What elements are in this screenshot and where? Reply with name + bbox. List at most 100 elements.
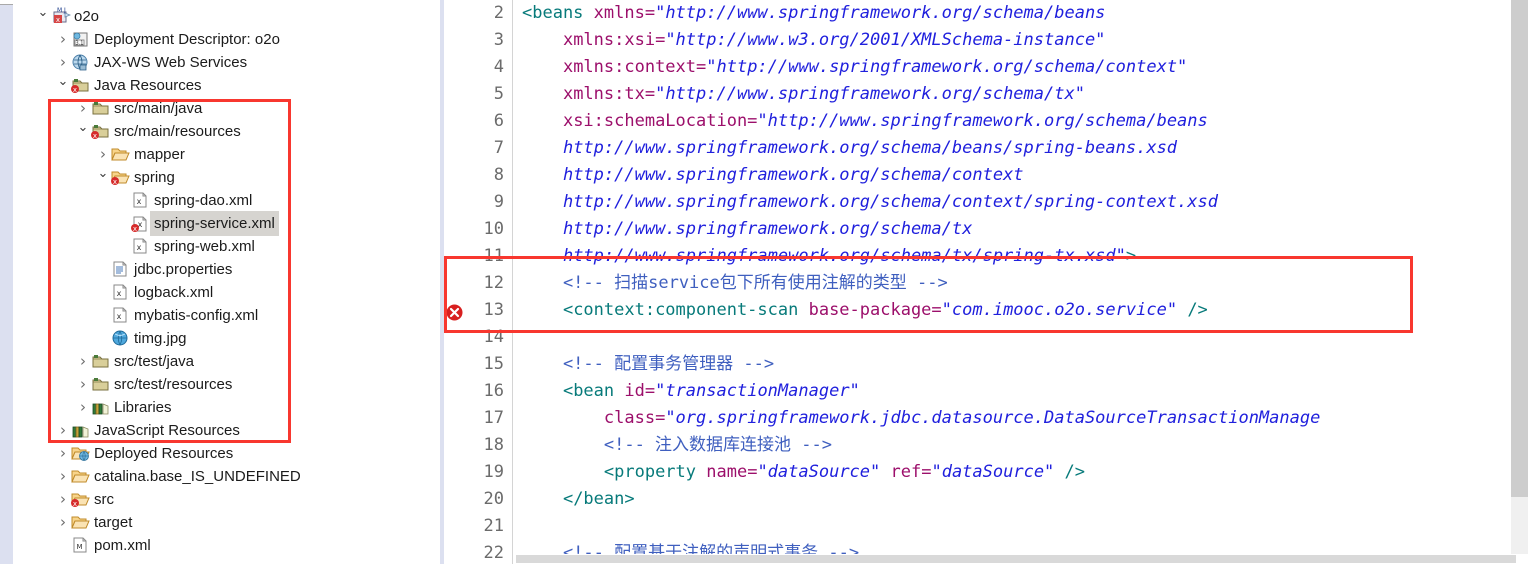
tree-item-mapper[interactable]: › mapper <box>13 142 440 165</box>
tree-item-spring-web-xml[interactable]: x spring-web.xml <box>13 234 440 257</box>
code-text[interactable]: http://www.springframework.org/schema/tx… <box>522 243 1136 270</box>
chevron-right-icon[interactable]: › <box>55 465 71 488</box>
code-text[interactable]: <!-- 配置事务管理器 --> <box>522 351 774 378</box>
tree-item-javascript-resources[interactable]: › JavaScript Resources <box>13 418 440 441</box>
tree-item-label: jdbc.properties <box>134 260 233 278</box>
code-text[interactable]: class="org.springframework.jdbc.datasour… <box>522 405 1320 432</box>
tree-item-mybatis-config-xml[interactable]: x mybatis-config.xml <box>13 303 440 326</box>
code-text[interactable]: http://www.springframework.org/schema/tx <box>522 216 972 243</box>
code-text[interactable]: <bean id="transactionManager" <box>522 378 860 405</box>
chevron-right-icon[interactable]: › <box>55 488 71 511</box>
code-token-str: "http://www.springframework.org/schema/b… <box>655 3 1106 23</box>
code-line[interactable]: 14 <box>440 324 1500 351</box>
horizontal-scrollbar-thumb[interactable] <box>516 555 1516 563</box>
line-number: 6 <box>493 111 504 131</box>
code-text[interactable]: <beans xmlns="http://www.springframework… <box>522 0 1105 27</box>
code-text[interactable]: http://www.springframework.org/schema/be… <box>522 135 1177 162</box>
tree-item-pom-xml[interactable]: Mpom.xml <box>13 533 440 556</box>
tree-item-src-test-java[interactable]: › src/test/java <box>13 349 440 372</box>
tree-item-timg-jpg[interactable]: timg.jpg <box>13 326 440 349</box>
code-text[interactable]: xmlns:xsi="http://www.w3.org/2001/XMLSch… <box>522 27 1105 54</box>
chevron-right-icon[interactable]: › <box>55 442 71 465</box>
code-token-tag: > <box>1125 246 1137 266</box>
code-text[interactable]: </bean> <box>522 486 635 513</box>
chevron-right-icon[interactable]: › <box>55 28 71 51</box>
code-text[interactable]: xsi:schemaLocation="http://www.springfra… <box>522 108 1208 135</box>
code-line[interactable]: 17 class="org.springframework.jdbc.datas… <box>440 405 1500 432</box>
code-line[interactable]: 8 http://www.springframework.org/schema/… <box>440 162 1500 189</box>
svg-text:J: J <box>63 7 66 14</box>
chevron-down-icon[interactable]: ⌄ <box>55 70 71 93</box>
tree-item-logback-xml[interactable]: x logback.xml <box>13 280 440 303</box>
source-folder-icon <box>91 375 111 393</box>
tree-item-o2o[interactable]: ⌄ M Jx o2o <box>13 4 440 27</box>
code-text[interactable]: http://www.springframework.org/schema/co… <box>522 162 1024 189</box>
tree-item-deployment-descriptor-o2o[interactable]: › 3.1 Deployment Descriptor: o2o <box>13 27 440 50</box>
line-number: 13 <box>483 300 504 320</box>
xml-file-icon: x <box>131 237 151 255</box>
code-line[interactable]: 11 http://www.springframework.org/schema… <box>440 243 1500 270</box>
code-line[interactable]: 19 <property name="dataSource" ref="data… <box>440 459 1500 486</box>
code-line[interactable]: 2 <beans xmlns="http://www.springframewor… <box>440 0 1500 27</box>
code-line[interactable]: 7 http://www.springframework.org/schema/… <box>440 135 1500 162</box>
chevron-right-icon[interactable]: › <box>75 396 91 419</box>
tree-item-jdbc-properties[interactable]: jdbc.properties <box>13 257 440 280</box>
line-number: 19 <box>483 462 504 482</box>
tree-item-jax-ws-web-services[interactable]: › JAX-WS Web Services <box>13 50 440 73</box>
code-text[interactable]: http://www.springframework.org/schema/co… <box>522 189 1218 216</box>
tree-item-spring-service-xml[interactable]: x x spring-service.xml <box>13 211 440 236</box>
code-line[interactable]: 4 xmlns:context="http://www.springframew… <box>440 54 1500 81</box>
code-token-slash: /> <box>1187 300 1208 320</box>
code-line[interactable]: 12 <!-- 扫描service包下所有使用注解的类型 --> <box>440 270 1500 297</box>
tree-item-java-resources[interactable]: ⌄ x Java Resources <box>13 73 440 96</box>
tree-item-spring[interactable]: ⌄ x spring <box>13 165 440 188</box>
code-text[interactable]: xmlns:tx="http://www.springframework.org… <box>522 81 1085 108</box>
chevron-down-icon[interactable]: ⌄ <box>35 1 51 24</box>
chevron-right-icon[interactable]: › <box>55 511 71 534</box>
tree-item-src[interactable]: › x src <box>13 487 440 510</box>
chevron-down-icon[interactable]: ⌄ <box>75 116 91 139</box>
code-line-list[interactable]: 2 <beans xmlns="http://www.springframewor… <box>440 0 1500 564</box>
code-line[interactable]: 6 xsi:schemaLocation="http://www.springf… <box>440 108 1500 135</box>
code-token-attr: ref= <box>890 462 932 482</box>
code-line[interactable]: 18 <!-- 注入数据库连接池 --> <box>440 432 1500 459</box>
code-text[interactable]: <property name="dataSource" ref="dataSou… <box>522 459 1085 486</box>
code-text[interactable]: xmlns:context="http://www.springframewor… <box>522 54 1187 81</box>
code-line[interactable]: 5 xmlns:tx="http://www.springframework.o… <box>440 81 1500 108</box>
code-token-cmt: <!-- 配置事务管理器 --> <box>522 354 775 374</box>
vertical-scrollbar-thumb[interactable] <box>1511 0 1528 497</box>
tree-item-src-test-resources[interactable]: › src/test/resources <box>13 372 440 395</box>
code-line[interactable]: 13 <context:component-scan base-package=… <box>440 297 1500 324</box>
tree-item-spring-dao-xml[interactable]: x spring-dao.xml <box>13 188 440 211</box>
chevron-right-icon[interactable]: › <box>75 373 91 396</box>
code-line[interactable]: 15 <!-- 配置事务管理器 --> <box>440 351 1500 378</box>
chevron-right-icon[interactable]: › <box>55 419 71 442</box>
code-text[interactable]: <!-- 扫描service包下所有使用注解的类型 --> <box>522 270 948 297</box>
code-token-tag: </bean> <box>562 489 635 509</box>
code-text[interactable]: <context:component-scan base-package="co… <box>522 297 1208 324</box>
tree-item-libraries[interactable]: › Libraries <box>13 395 440 418</box>
code-line[interactable]: 16 <bean id="transactionManager" <box>440 378 1500 405</box>
horizontal-scrollbar[interactable] <box>516 554 1528 564</box>
code-line[interactable]: 21 <box>440 513 1500 540</box>
project-tree[interactable]: ⌄ M Jx o2o › 3.1 Deployment Descriptor: o2o › JA… <box>13 4 440 564</box>
code-text[interactable]: <!-- 注入数据库连接池 --> <box>522 432 832 459</box>
tree-item-catalina-base-is-undefined[interactable]: › catalina.base_IS_UNDEFINED <box>13 464 440 487</box>
code-line[interactable]: 3 xmlns:xsi="http://www.w3.org/2001/XMLS… <box>440 27 1500 54</box>
code-line[interactable]: 20 </bean> <box>440 486 1500 513</box>
vertical-scrollbar[interactable]: ⌄ <box>1511 0 1528 564</box>
code-line[interactable]: 9 http://www.springframework.org/schema/… <box>440 189 1500 216</box>
code-line[interactable]: 10 http://www.springframework.org/schema… <box>440 216 1500 243</box>
svg-text:M: M <box>76 543 82 551</box>
tree-item-label: target <box>94 513 133 531</box>
code-token-str: http://www.springframework.org/schema/tx… <box>562 246 1126 266</box>
tree-item-target[interactable]: › target <box>13 510 440 533</box>
chevron-down-icon[interactable]: ⌄ <box>95 162 111 185</box>
tree-item-src-main-resources[interactable]: ⌄ x src/main/resources <box>13 119 440 142</box>
tree-item-label: Java Resources <box>94 76 202 94</box>
chevron-right-icon[interactable]: › <box>75 350 91 373</box>
tree-item-deployed-resources[interactable]: › Deployed Resources <box>13 441 440 464</box>
code-token-str: "dataSource" <box>931 462 1055 482</box>
